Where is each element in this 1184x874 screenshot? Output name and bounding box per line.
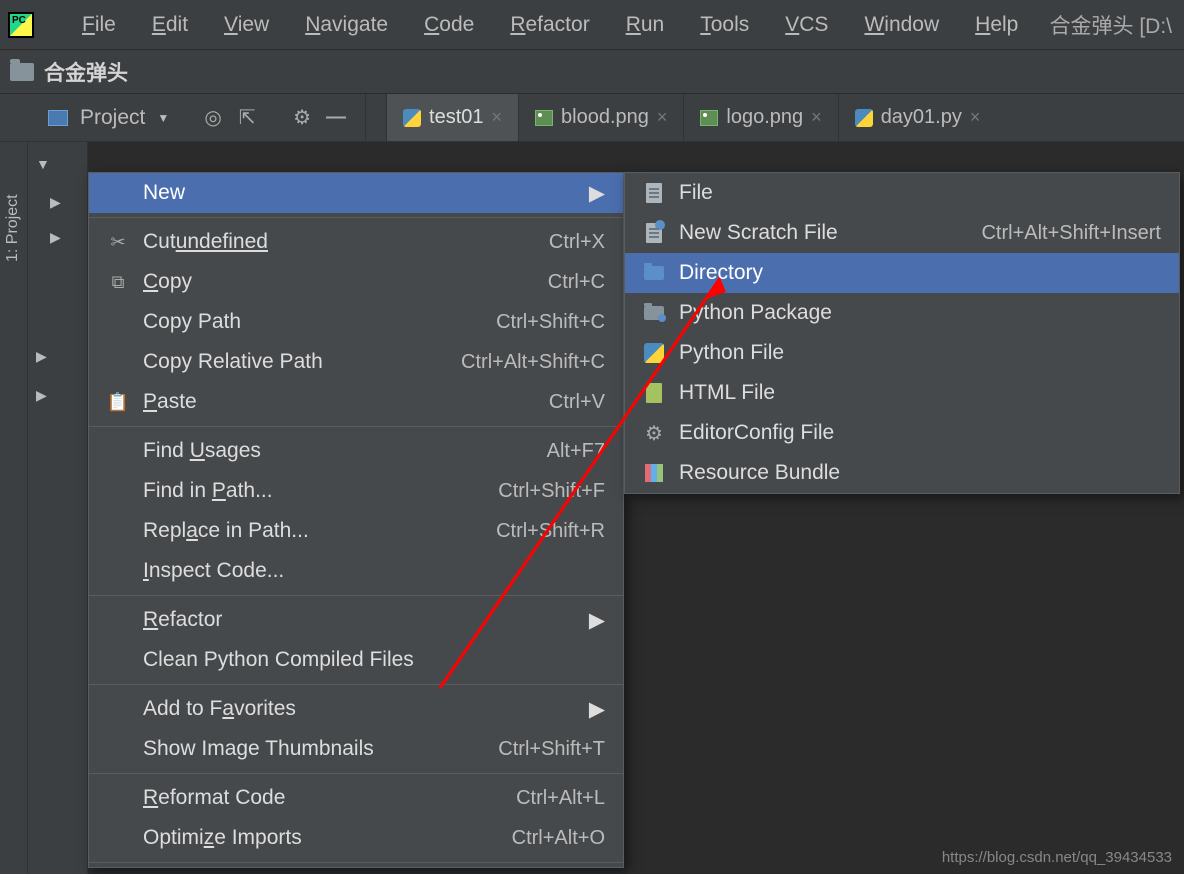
tab-logo-png[interactable]: logo.png× [683, 94, 837, 141]
tab-blood-png[interactable]: blood.png× [518, 94, 683, 141]
python-file-icon [403, 109, 421, 127]
target-icon[interactable] [202, 107, 224, 129]
gear-icon[interactable] [291, 107, 313, 129]
py-icon [643, 343, 665, 363]
tab-day01-py[interactable]: day01.py× [838, 94, 997, 141]
menu-navigate[interactable]: Navigate [287, 13, 406, 37]
app-icon [8, 12, 34, 38]
new-html-file[interactable]: HTML File [625, 373, 1179, 413]
tree-expand-icon[interactable] [28, 150, 87, 178]
python-file-icon [855, 109, 873, 127]
tree-expand-icon[interactable] [42, 188, 87, 217]
ctx-paste[interactable]: 📋PasteCtrl+V [89, 382, 623, 422]
ctx-copy-relative-path[interactable]: Copy Relative PathCtrl+Alt+Shift+C [89, 342, 623, 382]
context-menu: New▶ ✂CutundefinedCtrl+X⧉CopyCtrl+CCopy P… [88, 172, 624, 868]
menu-vcs[interactable]: VCS [767, 13, 846, 37]
ctx-find-in-path-[interactable]: Find in Path...Ctrl+Shift+F [89, 471, 623, 511]
project-tool-tab[interactable]: 1: Project [4, 194, 22, 262]
ctx-replace-in-path-[interactable]: Replace in Path...Ctrl+Shift+R [89, 511, 623, 551]
file-clock-icon [643, 223, 665, 243]
project-selector[interactable]: Project ▼ [30, 94, 366, 141]
image-file-icon [535, 110, 553, 126]
cut-icon: ✂ [107, 232, 129, 253]
menu-refactor[interactable]: Refactor [492, 13, 607, 37]
tool-window-bar[interactable]: 1: Project [0, 142, 28, 874]
close-icon[interactable]: × [970, 107, 981, 128]
ctx-reformat-code[interactable]: Reformat CodeCtrl+Alt+L [89, 778, 623, 818]
menu-file[interactable]: File [64, 13, 134, 37]
gear-icon [643, 421, 665, 446]
window-title: 合金弹头 [D:\ [1049, 10, 1176, 40]
ctx-refactor[interactable]: Refactor▶ [89, 600, 623, 640]
new-python-file[interactable]: Python File [625, 333, 1179, 373]
close-icon[interactable]: × [492, 107, 503, 128]
new-file[interactable]: File [625, 173, 1179, 213]
collapse-icon[interactable] [236, 107, 258, 129]
folder-icon [643, 266, 665, 280]
copy-icon: ⧉ [107, 272, 129, 293]
ctx-show-image-thumbnails[interactable]: Show Image ThumbnailsCtrl+Shift+T [89, 729, 623, 769]
close-icon[interactable]: × [811, 107, 822, 128]
project-tree[interactable] [28, 142, 88, 874]
new-submenu: FileNew Scratch FileCtrl+Alt+Shift+Inser… [624, 172, 1180, 494]
ctx-copy-path[interactable]: Copy PathCtrl+Shift+C [89, 302, 623, 342]
folder-icon [10, 63, 34, 81]
tree-expand-icon[interactable] [28, 342, 87, 371]
tree-expand-icon[interactable] [28, 381, 87, 410]
breadcrumb: 合金弹头 [0, 50, 1184, 94]
paste-icon: 📋 [107, 392, 129, 413]
menu-tools[interactable]: Tools [682, 13, 767, 37]
menubar: FileEditViewNavigateCodeRefactorRunTools… [0, 0, 1184, 50]
menu-code[interactable]: Code [406, 13, 492, 37]
html-icon [643, 383, 665, 403]
tab-test01[interactable]: test01× [386, 94, 518, 141]
project-icon [48, 110, 68, 126]
chevron-down-icon: ▼ [157, 111, 169, 125]
menu-run[interactable]: Run [608, 13, 683, 37]
watermark: https://blog.csdn.net/qq_39434533 [942, 849, 1172, 866]
chevron-right-icon: ▶ [589, 697, 605, 722]
folder-dot-icon [643, 306, 665, 320]
toolbar: Project ▼ test01×blood.png×logo.png×day0… [0, 94, 1184, 142]
new-python-package[interactable]: Python Package [625, 293, 1179, 333]
menu-edit[interactable]: Edit [134, 13, 206, 37]
ctx-inspect-code-[interactable]: Inspect Code... [89, 551, 623, 591]
ctx-add-to-favorites[interactable]: Add to Favorites▶ [89, 689, 623, 729]
new-directory[interactable]: Directory [625, 253, 1179, 293]
ctx-new[interactable]: New▶ [89, 173, 623, 213]
minimize-icon[interactable] [325, 107, 347, 129]
menu-view[interactable]: View [206, 13, 287, 37]
ctx-copy[interactable]: ⧉CopyCtrl+C [89, 262, 623, 302]
file-icon [643, 183, 665, 203]
bars-icon [643, 464, 665, 482]
menu-help[interactable]: Help [957, 13, 1036, 37]
ctx-clean-python-compiled-files[interactable]: Clean Python Compiled Files [89, 640, 623, 680]
new-editorconfig-file[interactable]: EditorConfig File [625, 413, 1179, 453]
breadcrumb-name: 合金弹头 [44, 57, 128, 87]
tree-expand-icon[interactable] [42, 223, 87, 252]
ctx-find-usages[interactable]: Find UsagesAlt+F7 [89, 431, 623, 471]
close-icon[interactable]: × [657, 107, 668, 128]
editor-tabs: test01×blood.png×logo.png×day01.py× [386, 94, 996, 141]
menu-window[interactable]: Window [846, 13, 957, 37]
chevron-right-icon: ▶ [589, 181, 605, 206]
image-file-icon [700, 110, 718, 126]
chevron-right-icon: ▶ [589, 608, 605, 633]
ctx-optimize-imports[interactable]: Optimize ImportsCtrl+Alt+O [89, 818, 623, 858]
ctx-cut[interactable]: ✂CutundefinedCtrl+X [89, 222, 623, 262]
new-resource-bundle[interactable]: Resource Bundle [625, 453, 1179, 493]
new-new-scratch-file[interactable]: New Scratch FileCtrl+Alt+Shift+Insert [625, 213, 1179, 253]
